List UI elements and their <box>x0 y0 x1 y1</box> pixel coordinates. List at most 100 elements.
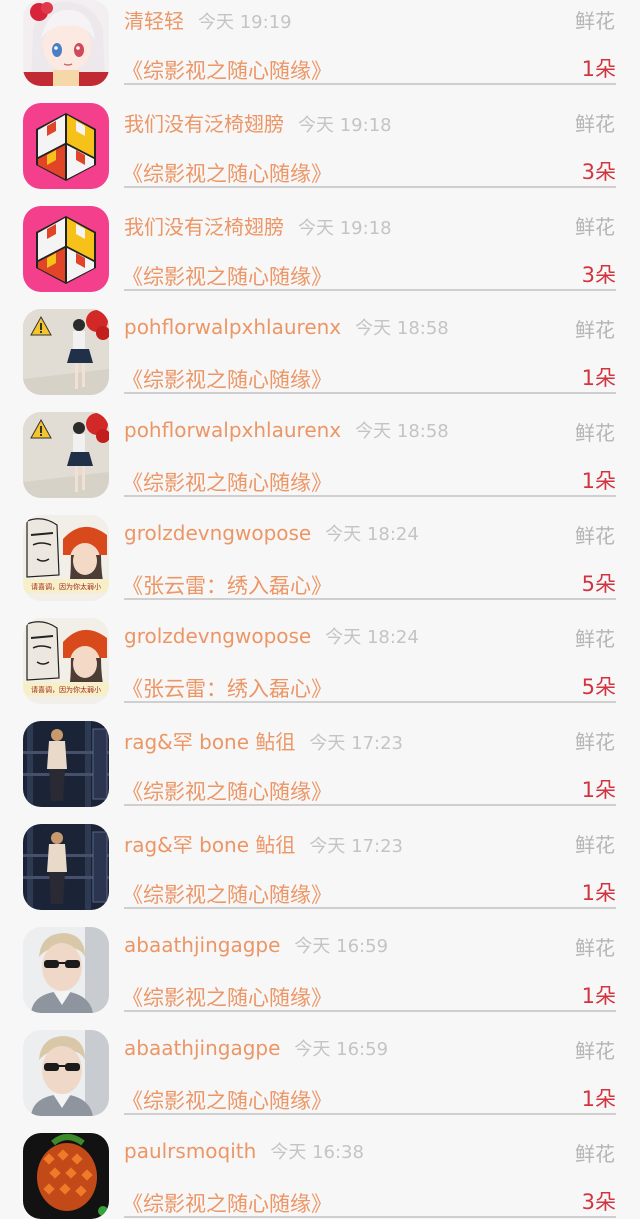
gift-record-row[interactable]: abaathjingagpe 今天 16:59 鲜花《综影视之随心随缘》 1朵 <box>0 910 640 1013</box>
work-title-link[interactable]: 《综影视之随心随缘》 <box>122 1085 332 1115</box>
gift-record-row[interactable]: 我们没有泛椅翅膀 今天 19:18 鲜花 《综影视之随心随缘》 3朵 <box>0 86 640 189</box>
timestamp: 今天 16:59 <box>294 936 389 957</box>
timestamp: 今天 18:58 <box>355 421 449 442</box>
gift-record-row[interactable]: 我们没有泛椅翅膀 今天 19:18 鲜花《综影视之随心随缘》 3朵 <box>0 189 640 292</box>
row-divider <box>124 83 616 85</box>
work-title-link[interactable]: 《综影视之随心随缘》 <box>122 158 332 188</box>
user-name-text[interactable]: grolzdevngwopose <box>124 624 311 648</box>
row-divider <box>124 598 616 600</box>
user-name[interactable]: abaathjingagpe 今天 16:59 <box>124 932 388 958</box>
gift-count: 1朵 <box>581 778 616 802</box>
user-name[interactable]: rag&罕 bone 鲇徂 今天 17:23 <box>124 829 403 858</box>
work-title-link[interactable]: 《综影视之随心随缘》 <box>122 364 332 394</box>
work-title-link[interactable]: 《综影视之随心随缘》 <box>122 982 332 1012</box>
row-divider <box>124 495 616 497</box>
work-title-link[interactable]: 《综影视之随心随缘》 <box>122 1188 332 1218</box>
gift-type: 鲜花 <box>575 112 615 136</box>
gift-count: 1朵 <box>581 469 616 493</box>
user-name-text[interactable]: pohflorwalpxhlaurenx <box>124 418 341 442</box>
timestamp: 今天 19:18 <box>298 218 392 239</box>
gift-record-row[interactable]: 清轻轻 今天 19:19 鲜花 《综影视之随心随缘》 1朵 <box>0 0 640 86</box>
user-name[interactable]: 我们没有泛椅翅膀 今天 19:18 <box>124 211 392 240</box>
timestamp: 今天 19:19 <box>198 12 292 33</box>
user-avatar[interactable] <box>23 206 109 292</box>
user-name[interactable]: rag&罕 bone 鲇徂 今天 17:23 <box>124 726 403 755</box>
avatar-caption: 请喜调，因为你太弱小 <box>31 582 101 591</box>
gift-count: 3朵 <box>581 263 616 287</box>
user-avatar[interactable] <box>23 1030 109 1116</box>
gift-count: 1朵 <box>581 1087 616 1111</box>
gift-count: 1朵 <box>581 57 616 81</box>
user-avatar[interactable]: 请喜调，因为你太弱小 <box>23 618 109 704</box>
gift-record-row[interactable]: 请喜调，因为你太弱小 grolzdevngwopose 今天 18:24 鲜花 《张云… <box>0 601 640 704</box>
gift-type: 鲜花 <box>575 936 615 960</box>
work-title-link[interactable]: 《综影视之随心随缘》 <box>122 879 332 909</box>
row-divider <box>124 907 616 909</box>
timestamp: 今天 17:23 <box>309 733 404 754</box>
work-title-link[interactable]: 《张云雷：绣入磊心》 <box>122 673 332 703</box>
user-name[interactable]: grolzdevngwopose 今天 18:24 <box>124 520 419 546</box>
gift-type: 鲜花 <box>575 421 615 445</box>
user-avatar[interactable] <box>23 927 109 1013</box>
user-name-text[interactable]: abaathjingagpe <box>124 1036 280 1060</box>
gift-record-row[interactable]: 请喜调，因为你太弱小 grolzdevngwopose 今天 18:24 鲜花《张云… <box>0 498 640 601</box>
gift-count: 1朵 <box>581 881 616 905</box>
user-name[interactable]: pohflorwalpxhlaurenx 今天 18:58 <box>124 417 449 443</box>
gift-type: 鲜花 <box>575 215 615 239</box>
user-avatar[interactable] <box>23 103 109 189</box>
work-title-link[interactable]: 《张云雷：绣入磊心》 <box>122 570 332 600</box>
user-avatar[interactable] <box>23 824 109 910</box>
gift-record-row[interactable]: abaathjingagpe 今天 16:59 鲜花 《综影视之随心随缘》 1朵 <box>0 1013 640 1116</box>
gift-type: 鲜花 <box>575 1142 615 1166</box>
user-name[interactable]: abaathjingagpe 今天 16:59 <box>124 1035 388 1061</box>
user-name[interactable]: 清轻轻 今天 19:19 <box>124 5 292 34</box>
avatar-caption: 请喜调，因为你太弱小 <box>31 685 101 694</box>
user-avatar[interactable] <box>23 1133 109 1219</box>
gift-count: 3朵 <box>581 1190 616 1214</box>
gift-record-row[interactable]: pohflorwalpxhlaurenx 今天 18:58 鲜花《综影视之随心随缘》… <box>0 395 640 498</box>
user-name-text[interactable]: 我们没有泛椅翅膀 <box>124 112 284 136</box>
user-avatar[interactable] <box>23 412 109 498</box>
user-name-text[interactable]: pohflorwalpxhlaurenx <box>124 315 341 339</box>
timestamp: 今天 18:24 <box>325 524 419 545</box>
row-divider <box>124 392 616 394</box>
user-name-text[interactable]: abaathjingagpe <box>124 933 280 957</box>
user-avatar[interactable] <box>23 309 109 395</box>
row-divider <box>124 186 616 188</box>
gift-record-row[interactable]: rag&罕 bone 鲇徂 今天 17:23 鲜花《综影视之随心随缘》 1朵 <box>0 807 640 910</box>
timestamp: 今天 17:23 <box>309 836 404 857</box>
work-title-link[interactable]: 《综影视之随心随缘》 <box>122 55 332 85</box>
gift-count: 5朵 <box>581 675 616 699</box>
user-name-text[interactable]: 我们没有泛椅翅膀 <box>124 215 284 239</box>
user-avatar[interactable] <box>23 0 109 86</box>
user-name-text[interactable]: 清轻轻 <box>124 9 184 33</box>
gift-type: 鲜花 <box>575 524 615 548</box>
user-avatar[interactable]: 请喜调，因为你太弱小 <box>23 515 109 601</box>
gift-count: 5朵 <box>581 572 616 596</box>
user-name[interactable]: pohflorwalpxhlaurenx 今天 18:58 <box>124 314 449 340</box>
gift-record-row[interactable]: paulrsmoqith 今天 16:38 鲜花《综影视之随心随缘》 3朵 <box>0 1116 640 1219</box>
user-name[interactable]: grolzdevngwopose 今天 18:24 <box>124 623 419 649</box>
user-name-text[interactable]: grolzdevngwopose <box>124 521 311 545</box>
gift-record-list: 清轻轻 今天 19:19 鲜花 《综影视之随心随缘》 1朵 我们没有泛椅翅膀 今天 19:… <box>0 0 640 1219</box>
timestamp: 今天 16:59 <box>294 1039 389 1060</box>
gift-record-row[interactable]: pohflorwalpxhlaurenx 今天 18:58 鲜花 《综影视之随心随缘》… <box>0 292 640 395</box>
work-title-link[interactable]: 《综影视之随心随缘》 <box>122 467 332 497</box>
work-title-link[interactable]: 《综影视之随心随缘》 <box>122 261 332 291</box>
user-name[interactable]: 我们没有泛椅翅膀 今天 19:18 <box>124 108 392 137</box>
user-name[interactable]: paulrsmoqith 今天 16:38 <box>124 1138 364 1164</box>
row-divider <box>124 804 616 806</box>
gift-type: 鲜花 <box>575 833 615 857</box>
gift-count: 1朵 <box>581 984 616 1008</box>
user-name-text[interactable]: rag&罕 bone 鲇徂 <box>124 730 295 754</box>
row-divider <box>124 1010 616 1012</box>
timestamp: 今天 18:58 <box>355 318 449 339</box>
timestamp: 今天 18:24 <box>325 627 419 648</box>
gift-record-row[interactable]: rag&罕 bone 鲇徂 今天 17:23 鲜花《综影视之随心随缘》 1朵 <box>0 704 640 807</box>
user-name-text[interactable]: paulrsmoqith <box>124 1139 256 1163</box>
user-name-text[interactable]: rag&罕 bone 鲇徂 <box>124 833 295 857</box>
row-divider <box>124 289 616 291</box>
user-avatar[interactable] <box>23 721 109 807</box>
gift-type: 鲜花 <box>575 730 615 754</box>
work-title-link[interactable]: 《综影视之随心随缘》 <box>122 776 332 806</box>
